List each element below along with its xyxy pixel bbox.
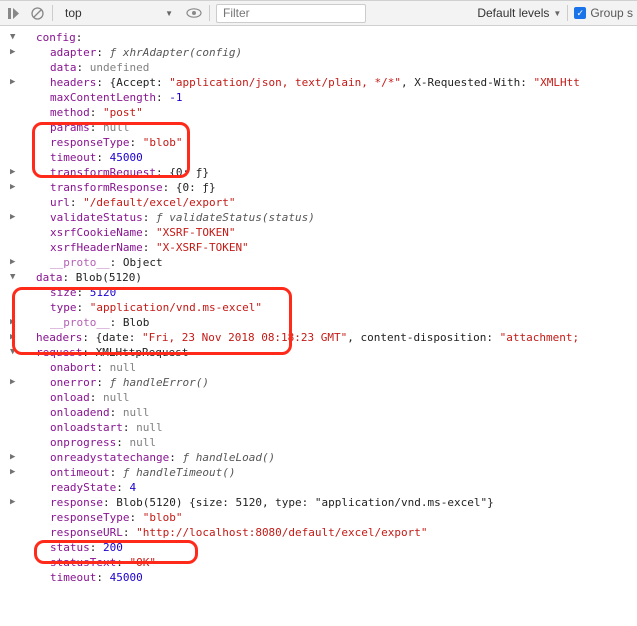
tree-row[interactable]: ▶transformRequest: {0: ƒ} [22, 165, 637, 180]
tree-row[interactable]: ▶headers: {date: "Fri, 23 Nov 2018 08:18… [22, 330, 637, 345]
context-select-label: top [65, 6, 82, 20]
tree-row[interactable]: onload: null [22, 390, 637, 405]
expand-closed-icon: ▶ [10, 255, 20, 270]
tree-row[interactable]: responseType: "blob" [22, 510, 637, 525]
log-levels-select[interactable]: Default levels ▼ [477, 6, 561, 20]
execution-context-button[interactable] [4, 4, 22, 22]
expand-closed-icon: ▶ [10, 330, 20, 345]
tree-row[interactable]: status: 200 [22, 540, 637, 555]
group-similar-label: Group s [590, 6, 633, 20]
expand-closed-icon: ▶ [10, 375, 20, 390]
tree-row[interactable]: size: 5120 [22, 285, 637, 300]
tree-row[interactable]: ▶__proto__: Blob [22, 315, 637, 330]
tree-row[interactable]: maxContentLength: -1 [22, 90, 637, 105]
expand-open-icon: ▼ [10, 345, 20, 360]
tree-row[interactable]: xsrfCookieName: "XSRF-TOKEN" [22, 225, 637, 240]
tree-row[interactable]: ▼request: XMLHttpRequest [22, 345, 637, 360]
chevron-down-icon: ▼ [553, 9, 561, 18]
clear-console-button[interactable] [28, 4, 46, 22]
tree-row[interactable]: timeout: 45000 [22, 150, 637, 165]
tree-row[interactable]: ▶validateStatus: ƒ validateStatus(status… [22, 210, 637, 225]
tree-row[interactable]: type: "application/vnd.ms-excel" [22, 300, 637, 315]
tree-row[interactable]: readyState: 4 [22, 480, 637, 495]
tree-row[interactable]: ▶ontimeout: ƒ handleTimeout() [22, 465, 637, 480]
tree-row[interactable]: timeout: 45000 [22, 570, 637, 585]
tree-row[interactable]: onloadend: null [22, 405, 637, 420]
expand-closed-icon: ▶ [10, 465, 20, 480]
expand-closed-icon: ▶ [10, 45, 20, 60]
tree-row[interactable]: responseURL: "http://localhost:8080/defa… [22, 525, 637, 540]
object-tree: ▼config: ▶adapter: ƒ xhrAdapter(config) … [0, 26, 637, 589]
tree-row[interactable]: ▶response: Blob(5120) {size: 5120, type:… [22, 495, 637, 510]
tree-row[interactable]: params: null [22, 120, 637, 135]
tree-row[interactable]: method: "post" [22, 105, 637, 120]
tree-row[interactable]: data: undefined [22, 60, 637, 75]
expand-closed-icon: ▶ [10, 180, 20, 195]
context-select[interactable]: top ▼ [59, 5, 179, 21]
tree-row[interactable]: statusText: "OK" [22, 555, 637, 570]
expand-closed-icon: ▶ [10, 165, 20, 180]
tree-row[interactable]: ▶transformResponse: {0: ƒ} [22, 180, 637, 195]
tree-row[interactable]: ▶headers: {Accept: "application/json, te… [22, 75, 637, 90]
console-toolbar: top ▼ Default levels ▼ ✓ Group s [0, 0, 637, 26]
checkbox-checked-icon: ✓ [574, 7, 586, 19]
tree-row[interactable]: onabort: null [22, 360, 637, 375]
tree-row[interactable]: responseType: "blob" [22, 135, 637, 150]
expand-open-icon: ▼ [10, 30, 20, 45]
expand-closed-icon: ▶ [10, 75, 20, 90]
expand-closed-icon: ▶ [10, 315, 20, 330]
group-similar-checkbox[interactable]: ✓ Group s [574, 6, 633, 20]
filter-input[interactable] [216, 4, 366, 23]
live-expression-button[interactable] [185, 4, 203, 22]
expand-closed-icon: ▶ [10, 210, 20, 225]
expand-closed-icon: ▶ [10, 450, 20, 465]
tree-row[interactable]: ▼data: Blob(5120) [22, 270, 637, 285]
tree-row[interactable]: ▶onreadystatechange: ƒ handleLoad() [22, 450, 637, 465]
tree-row[interactable]: ▶adapter: ƒ xhrAdapter(config) [22, 45, 637, 60]
tree-row[interactable]: xsrfHeaderName: "X-XSRF-TOKEN" [22, 240, 637, 255]
expand-closed-icon: ▶ [10, 495, 20, 510]
tree-row[interactable]: onloadstart: null [22, 420, 637, 435]
tree-row[interactable]: url: "/default/excel/export" [22, 195, 637, 210]
tree-row[interactable]: ▼config: [22, 30, 637, 45]
log-levels-label: Default levels [477, 6, 549, 20]
chevron-down-icon: ▼ [165, 9, 173, 18]
tree-row[interactable]: ▶onerror: ƒ handleError() [22, 375, 637, 390]
tree-row[interactable]: onprogress: null [22, 435, 637, 450]
tree-row[interactable]: ▶__proto__: Object [22, 255, 637, 270]
expand-open-icon: ▼ [10, 270, 20, 285]
